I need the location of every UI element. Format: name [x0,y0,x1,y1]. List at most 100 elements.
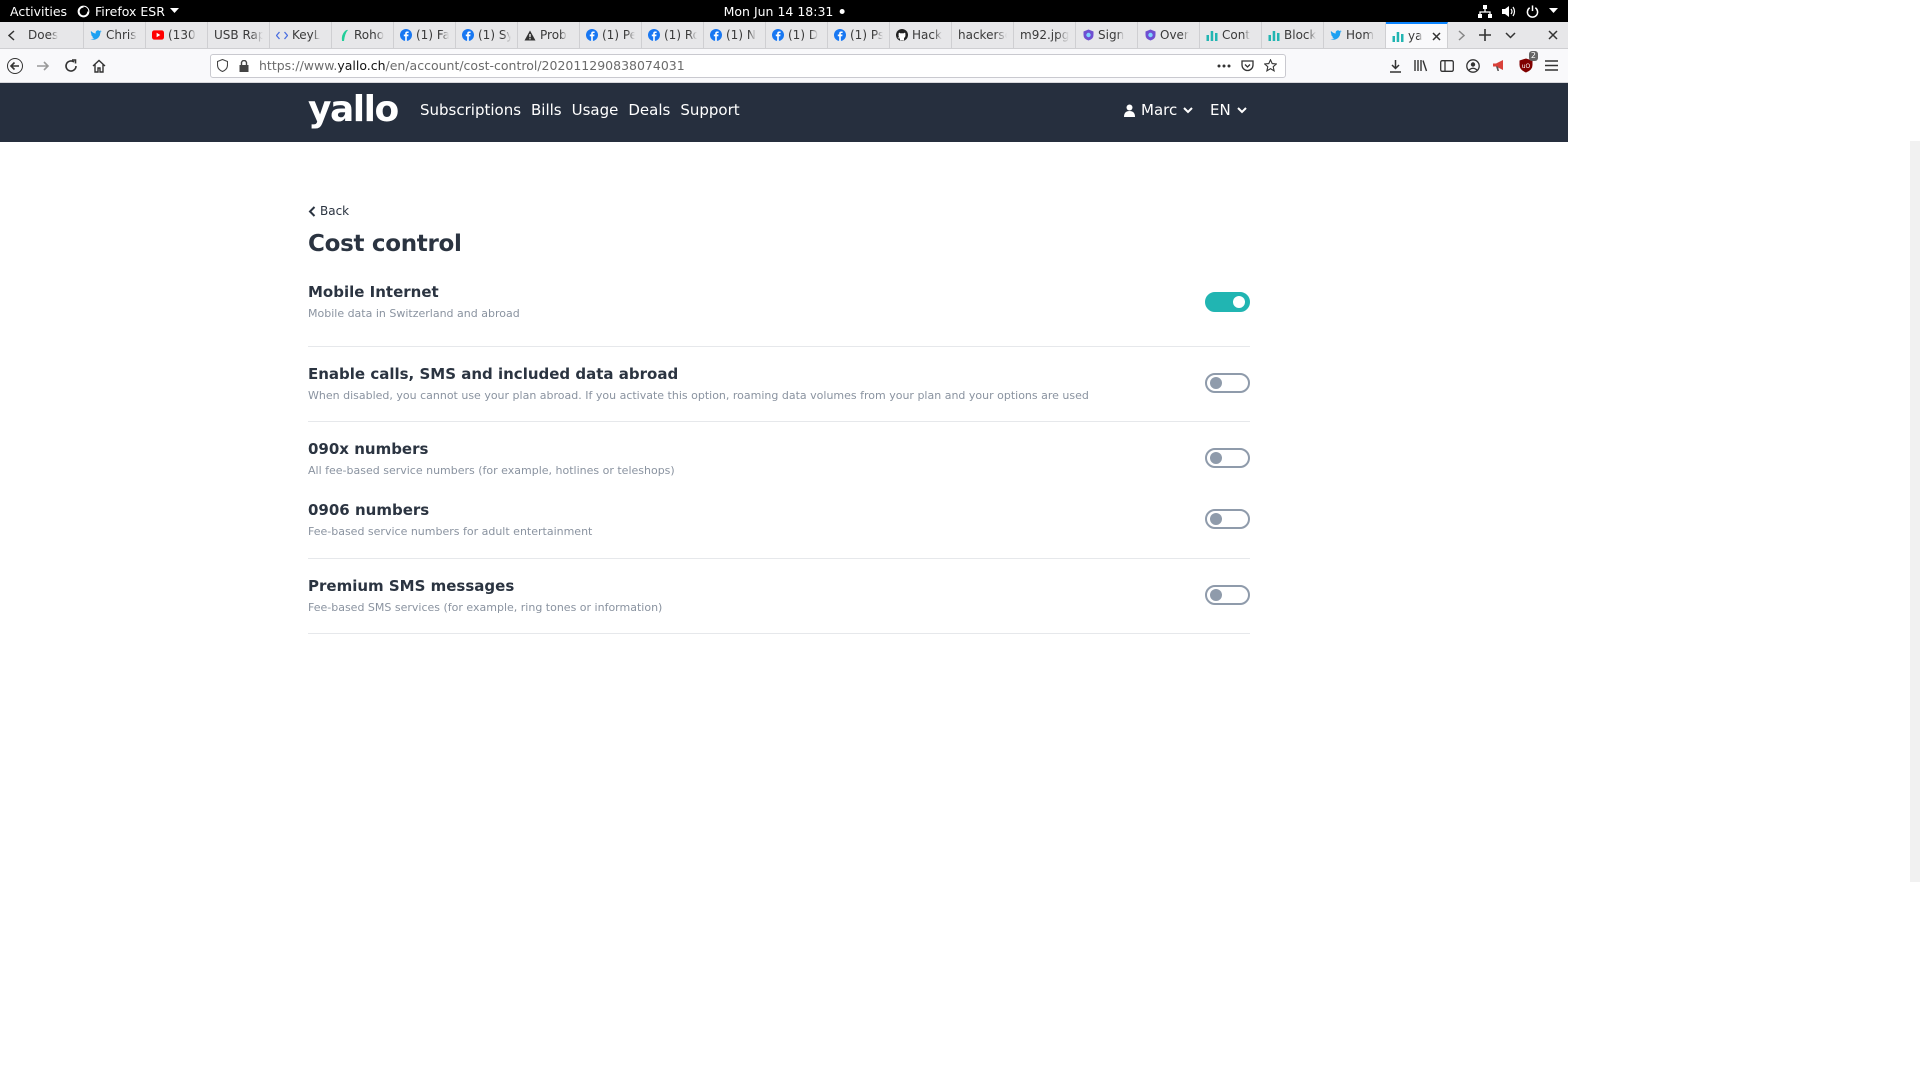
navigation-toolbar: https://www.yallo.ch/en/account/cost-con… [0,49,1568,83]
setting-title: Mobile Internet [308,283,439,301]
setting-calls-abroad: Enable calls, SMS and included data abro… [308,347,1250,422]
tab-active[interactable]: ya [1386,22,1448,48]
user-name: Marc [1141,101,1178,119]
mobile-internet-toggle[interactable] [1205,292,1250,312]
twitter-icon [1330,29,1342,41]
page-actions-button[interactable] [1217,64,1231,68]
tab[interactable]: (1) Pe [580,22,642,48]
tab[interactable]: Chris [84,22,146,48]
arrow-right-icon [37,60,50,71]
tab[interactable]: Hom [1324,22,1386,48]
github-icon [896,29,908,41]
tab[interactable]: KeyL [270,22,332,48]
tracking-protection-shield-icon[interactable] [211,59,233,72]
tab[interactable]: Prob [518,22,580,48]
bookmark-star-button[interactable] [1264,59,1277,72]
facebook-icon [462,29,474,41]
tab[interactable]: Block [1262,22,1324,48]
facebook-icon [772,29,784,41]
sidebar-button[interactable] [1440,59,1454,72]
system-top-bar: Activities Firefox ESR Mon Jun 14 18:31 [0,0,1568,22]
tab[interactable]: USB Rap [208,22,270,48]
back-link[interactable]: Back [308,204,1250,218]
account-button[interactable] [1466,58,1480,73]
090x-numbers-toggle[interactable] [1205,448,1250,468]
youtube-icon [152,29,164,41]
tab[interactable]: Cont [1200,22,1262,48]
nav-bills[interactable]: Bills [531,101,562,119]
megaphone-extension-button[interactable] [1492,59,1507,72]
tab[interactable]: Over [1138,22,1200,48]
library-icon [1414,60,1428,72]
close-window-button[interactable] [1548,22,1568,48]
page-scrollbar[interactable] [1910,141,1920,882]
url-prefix: https://www. [259,58,338,73]
bar-chart-icon [1268,29,1280,41]
tab-title: (1) Ps [850,28,883,42]
download-icon [1390,59,1401,73]
tab-title: USB Rap [214,28,263,42]
tab[interactable]: (130 [146,22,208,48]
nav-usage[interactable]: Usage [572,101,619,119]
ublock-extension-button[interactable]: uO 2 [1519,51,1538,73]
tab[interactable]: (1) Fa [394,22,456,48]
bar-chart-icon [1206,29,1218,41]
volume-icon [1502,5,1516,18]
tab-scroll-right-button[interactable] [1458,29,1465,41]
forward-nav-button[interactable] [30,53,56,79]
nav-deals[interactable]: Deals [628,101,670,119]
tab[interactable]: Hack [890,22,952,48]
home-button[interactable] [86,53,112,79]
facebook-icon [586,29,598,41]
app-menu[interactable]: Firefox ESR [77,4,179,19]
close-icon [1548,30,1558,40]
pocket-button[interactable] [1241,59,1254,72]
activities-button[interactable]: Activities [0,4,77,19]
nav-support[interactable]: Support [680,101,739,119]
yallo-logo[interactable]: yallo [308,89,399,130]
system-tray[interactable] [1478,4,1558,18]
tab[interactable]: (1) D [766,22,828,48]
language-menu[interactable]: EN [1210,101,1247,119]
url-bar[interactable]: https://www.yallo.ch/en/account/cost-con… [210,53,1286,78]
menu-button[interactable] [1545,60,1558,71]
tab[interactable]: hackersc [952,22,1014,48]
tab[interactable]: (1) Ro [642,22,704,48]
tab-title: (1) Pe [602,28,635,42]
tab[interactable]: m92.jpg [1014,22,1076,48]
account-icon [1466,58,1480,73]
lock-icon[interactable] [233,59,255,72]
tab[interactable]: (1) Sy [456,22,518,48]
tab-scroll-left-button[interactable] [0,22,22,48]
0906-numbers-toggle[interactable] [1205,509,1250,529]
code-icon [276,29,288,41]
site-header: yallo Subscriptions Bills Usage Deals Su… [0,83,1568,142]
new-tab-button[interactable] [1479,29,1491,41]
library-button[interactable] [1414,59,1428,72]
tab[interactable]: Does [22,22,84,48]
tab-title: (1) D [788,28,819,42]
list-all-tabs-button[interactable] [1505,31,1516,39]
calls-abroad-toggle[interactable] [1205,373,1250,393]
user-menu[interactable]: Marc [1124,101,1193,119]
reload-button[interactable] [58,53,84,79]
shield-icon [1144,29,1156,41]
tab[interactable]: Sign [1076,22,1138,48]
back-nav-button[interactable] [2,53,28,79]
tab-title: Over [1160,28,1189,42]
language-label: EN [1210,101,1231,119]
tab[interactable]: (1) Ps [828,22,890,48]
downloads-button[interactable] [1389,59,1402,73]
tab[interactable]: (1) N [704,22,766,48]
setting-title: 0906 numbers [308,501,430,519]
premium-sms-toggle[interactable] [1205,585,1250,605]
tab-title: (130 [168,28,196,42]
tab-title: KeyL [292,28,321,42]
app-name: Firefox ESR [95,3,165,19]
svg-text:uO: uO [1522,63,1531,70]
tab[interactable]: Roho [332,22,394,48]
close-tab-icon[interactable] [1432,31,1441,41]
notification-dot-icon [839,8,845,14]
clock[interactable]: Mon Jun 14 18:31 [724,4,845,19]
nav-subscriptions[interactable]: Subscriptions [420,101,521,119]
